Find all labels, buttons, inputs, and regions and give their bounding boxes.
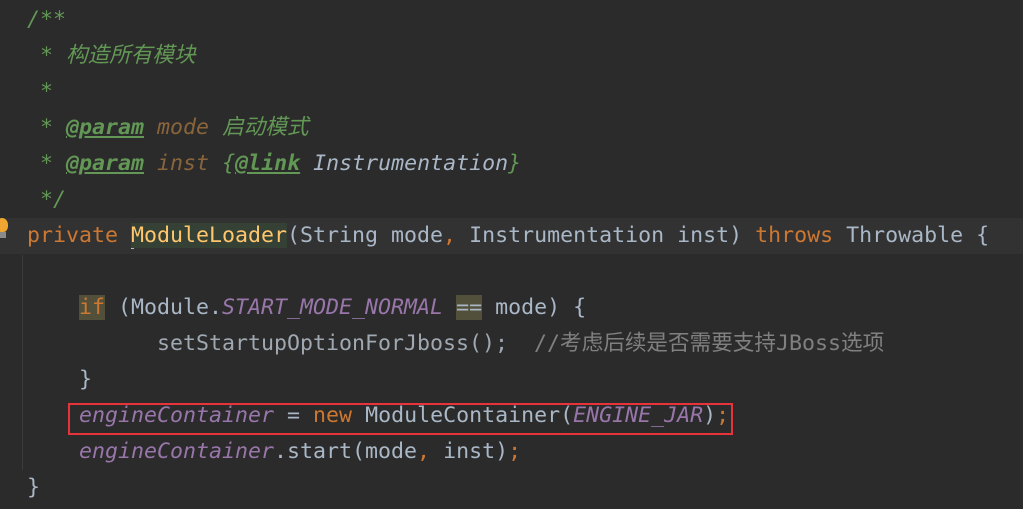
code-token: if xyxy=(79,295,106,320)
code-line[interactable]: } xyxy=(0,362,1023,398)
code-token: setStartupOptionForJboss(); xyxy=(27,331,509,356)
code-token: ENGINE_JAR xyxy=(573,403,704,428)
code-token: .start(mode xyxy=(274,439,418,464)
code-token: } xyxy=(508,151,522,176)
code-token: ) xyxy=(703,403,717,428)
code-token: } xyxy=(27,367,93,392)
code-token: 启动模式 xyxy=(209,115,309,140)
code-line[interactable]: * @param mode 启动模式 xyxy=(0,110,1023,146)
code-token: * xyxy=(27,115,67,140)
code-line[interactable]: * @param inst {@link Instrumentation} xyxy=(0,146,1023,182)
code-token: @param xyxy=(66,115,145,140)
code-token: , xyxy=(443,223,457,248)
code-token: (Module. xyxy=(105,295,223,320)
code-token: /** xyxy=(27,7,67,32)
code-token: * xyxy=(27,79,54,104)
code-token: = xyxy=(274,403,314,428)
code-token: START_MODE_NORMAL xyxy=(222,295,444,320)
code-token: == xyxy=(456,295,483,320)
code-token: @param xyxy=(66,151,145,176)
code-line[interactable]: setStartupOptionForJboss(); //考虑后续是否需要支持… xyxy=(0,326,1023,362)
code-editor[interactable]: /** * 构造所有模块 * * @param mode 启动模式 * @par… xyxy=(0,0,1023,509)
code-line[interactable]: engineContainer = new ModuleContainer(EN… xyxy=(0,398,1023,434)
code-line[interactable]: private ModuleLoader(String mode, Instru… xyxy=(0,218,1023,254)
code-line[interactable]: engineContainer.start(mode, inst); xyxy=(0,434,1023,470)
code-line[interactable]: * 构造所有模块 xyxy=(0,38,1023,74)
code-token: inst) xyxy=(430,439,509,464)
code-token: * 构造所有模块 xyxy=(27,43,196,68)
code-line[interactable]: /** xyxy=(0,2,1023,38)
lightbulb-icon[interactable] xyxy=(0,218,8,232)
code-token: Throwable { xyxy=(833,223,990,248)
lightbulb-base-icon xyxy=(0,232,6,238)
code-token: { xyxy=(209,151,236,176)
code-line[interactable]: } xyxy=(0,470,1023,506)
code-token: new xyxy=(313,403,353,428)
code-token: mode xyxy=(157,115,210,140)
code-token: } xyxy=(27,475,41,500)
code-token: engineContainer xyxy=(79,439,275,464)
code-line[interactable]: */ xyxy=(0,182,1023,218)
code-token: @link xyxy=(235,151,301,176)
code-token: //考虑后续是否需要支持JBoss选项 xyxy=(508,331,885,356)
code-token: private xyxy=(27,223,132,248)
code-line[interactable]: * xyxy=(0,74,1023,110)
code-token: ; xyxy=(716,403,730,428)
code-token: mode) { xyxy=(482,295,587,320)
code-token: ModuleContainer( xyxy=(352,403,574,428)
code-token: * xyxy=(27,151,67,176)
code-token: */ xyxy=(27,187,67,212)
code-token: , xyxy=(417,439,431,464)
code-line[interactable] xyxy=(0,254,1023,290)
code-token: Instrumentation xyxy=(313,151,509,176)
code-token: ; xyxy=(508,439,522,464)
code-token: (String mode xyxy=(287,223,444,248)
code-line[interactable]: if (Module.START_MODE_NORMAL == mode) { xyxy=(0,290,1023,326)
code-token: engineContainer xyxy=(79,403,275,428)
code-token: Instrumentation inst) xyxy=(456,223,756,248)
code-token: throws xyxy=(755,223,834,248)
code-token: ModuleLoader xyxy=(131,223,288,248)
code-token: inst xyxy=(157,151,210,176)
